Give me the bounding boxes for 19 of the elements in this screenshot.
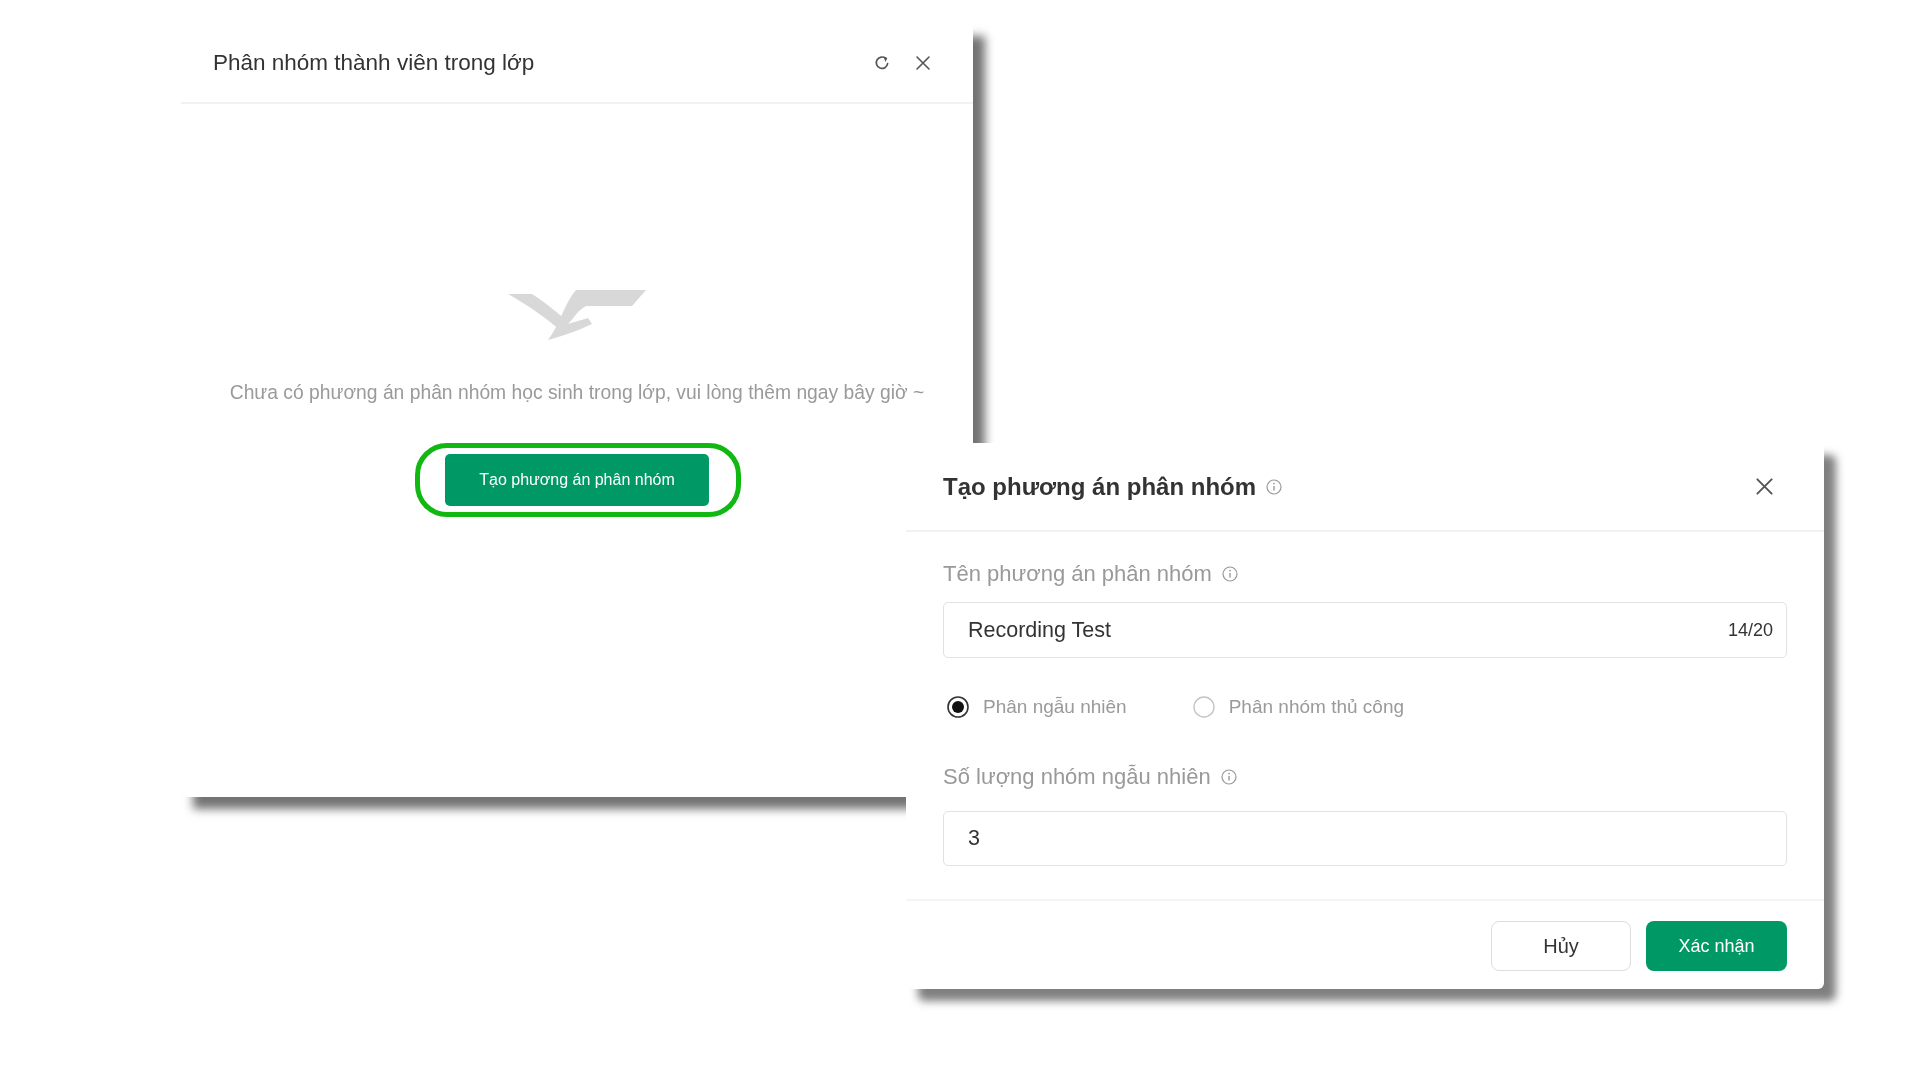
character-counter: 14/20 <box>1727 619 1773 641</box>
cancel-button[interactable]: Hủy <box>1491 921 1631 971</box>
field-label: Số lượng nhóm ngẫu nhiên <box>943 764 1211 790</box>
close-icon[interactable] <box>1755 477 1774 496</box>
group-count-input[interactable]: 3 <box>943 811 1787 866</box>
confirm-button[interactable]: Xác nhận <box>1646 921 1787 971</box>
radio-option[interactable]: Phân ngẫu nhiên <box>947 696 1127 718</box>
radio-option[interactable]: Phân nhóm thủ công <box>1192 696 1405 718</box>
empty-message: Chưa có phương án phân nhóm học sinh trong lớp, vui lòng thêm ngay bây giờ ~ <box>229 382 925 404</box>
radio-button-icon[interactable] <box>947 696 969 718</box>
field-label: Tên phương án phân nhóm <box>943 561 1212 587</box>
info-icon <box>1221 566 1238 582</box>
refresh-icon[interactable] <box>873 54 891 72</box>
dialog-title: Tạo phương án phân nhóm <box>943 472 1257 501</box>
info-icon <box>1220 769 1237 785</box>
window-title: Phân nhóm thành viên trong lớp <box>213 50 536 76</box>
create-plan-button[interactable]: Tạo phương án phân nhóm <box>445 454 709 506</box>
close-icon[interactable] <box>915 55 931 71</box>
info-icon <box>1266 478 1283 495</box>
